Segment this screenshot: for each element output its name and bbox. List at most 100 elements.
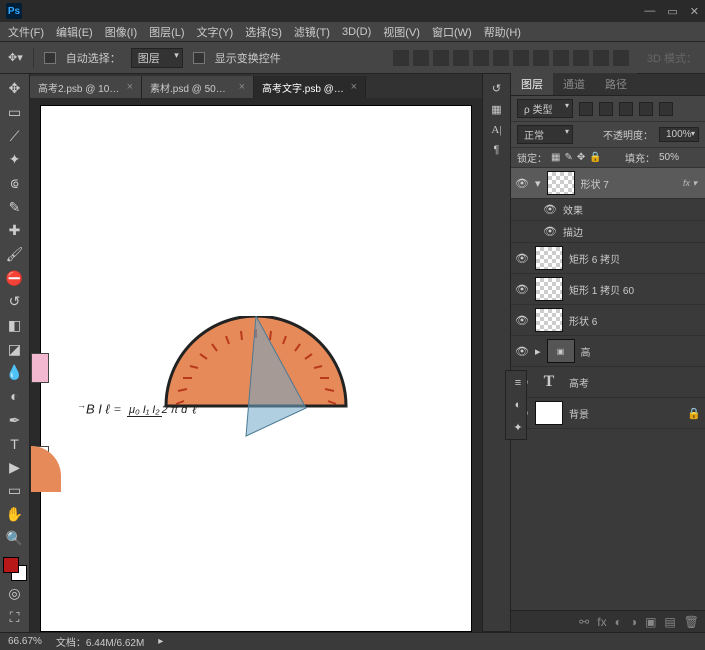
layer-fx-icon[interactable]: fx xyxy=(597,615,606,629)
min-icon[interactable]: — xyxy=(644,5,655,18)
visibility-icon[interactable]: 👁 xyxy=(515,177,529,190)
tab-layers[interactable]: 图层 xyxy=(511,73,553,95)
menu-layer[interactable]: 图层(L) xyxy=(145,22,188,42)
layer-thumb[interactable] xyxy=(535,308,563,332)
layer-thumb[interactable] xyxy=(535,277,563,301)
layer-row[interactable]: 👁 矩形 6 拷贝 xyxy=(511,243,705,274)
shape-tool[interactable]: ▭ xyxy=(4,480,26,502)
filter-adjust-icon[interactable] xyxy=(599,102,613,116)
layer-thumb[interactable] xyxy=(535,401,563,425)
marquee-tool[interactable]: ▭ xyxy=(4,102,26,124)
visibility-icon[interactable]: 👁 xyxy=(515,252,529,265)
doc-info[interactable]: 文档：6.44M/6.62M xyxy=(56,634,144,649)
menu-file[interactable]: 文件(F) xyxy=(4,22,48,42)
layer-list[interactable]: 👁 ▾ 形状 7 fx ▾ 👁 效果 👁 描边 👁 矩形 6 拷贝 👁 xyxy=(511,168,705,610)
hand-tool[interactable]: ✋ xyxy=(4,504,26,526)
document-tab[interactable]: 高考2.psb @ 100% (形…× xyxy=(30,76,142,98)
menubar[interactable]: 文件(F) 编辑(E) 图像(I) 图层(L) 文字(Y) 选择(S) 滤镜(T… xyxy=(0,22,705,42)
zoom-level[interactable]: 66.67% xyxy=(8,636,42,647)
delete-layer-icon[interactable]: 🗑 xyxy=(684,615,699,629)
close-icon[interactable]: ✕ xyxy=(690,5,699,18)
expand-icon[interactable]: ▸ xyxy=(535,345,541,358)
text-layer-icon[interactable]: T xyxy=(535,370,563,394)
history-icon[interactable]: ↺ xyxy=(492,82,501,95)
menu-image[interactable]: 图像(I) xyxy=(101,22,141,42)
layer-effect-row[interactable]: 👁 效果 xyxy=(511,199,705,221)
layer-row[interactable]: 👁 ▸ ▣ 高 xyxy=(511,336,705,367)
visibility-icon[interactable]: 👁 xyxy=(515,345,529,358)
menu-view[interactable]: 视图(V) xyxy=(379,22,424,42)
collapsed-panels[interactable]: ↺ ▦ A| ¶ xyxy=(482,74,510,632)
adjustment-layer-icon[interactable]: ◑ xyxy=(630,615,637,629)
lock-pixel-icon[interactable]: ✎ xyxy=(564,152,572,163)
menu-select[interactable]: 选择(S) xyxy=(241,22,286,42)
wand-tool[interactable]: ✦ xyxy=(4,149,26,171)
menu-filter[interactable]: 滤镜(T) xyxy=(290,22,334,42)
filter-kind-dropdown[interactable]: ρ 类型 xyxy=(517,99,573,118)
max-icon[interactable]: ▭ xyxy=(667,5,677,18)
layer-effect-row[interactable]: 👁 描边 xyxy=(511,221,705,243)
color-swatches[interactable] xyxy=(3,557,27,581)
auto-select-dropdown[interactable]: 图层 xyxy=(131,48,183,68)
layer-thumb[interactable] xyxy=(535,246,563,270)
blend-mode-dropdown[interactable]: 正常 xyxy=(517,125,573,144)
quickmask-tool[interactable]: ◎ xyxy=(4,583,26,605)
char-icon[interactable]: A| xyxy=(491,124,501,136)
statusbar-arrow-icon[interactable]: ▸ xyxy=(158,636,163,647)
document-tab[interactable]: 高考文字.psb @ 66.7% (形状 7, RGB/8#)× xyxy=(254,76,366,98)
visibility-icon[interactable]: 👁 xyxy=(515,314,529,327)
fx-badge[interactable]: fx ▾ xyxy=(683,178,697,189)
tab-channels[interactable]: 通道 xyxy=(553,73,595,95)
brush-tool[interactable]: 🖌 xyxy=(4,244,26,266)
mask-icon[interactable]: ◐ xyxy=(510,397,526,413)
lock-transparent-icon[interactable]: ▦ xyxy=(551,152,560,163)
blur-tool[interactable]: 💧 xyxy=(4,362,26,384)
zoom-tool[interactable]: 🔍 xyxy=(4,527,26,549)
visibility-icon[interactable]: 👁 xyxy=(543,203,557,216)
layer-thumb[interactable] xyxy=(547,171,575,195)
dodge-tool[interactable]: ◐ xyxy=(4,386,26,408)
close-icon[interactable]: × xyxy=(351,81,357,93)
screenmode-tool[interactable]: ⛶ xyxy=(4,606,26,628)
close-icon[interactable]: × xyxy=(127,81,133,93)
paragraph-icon[interactable]: ¶ xyxy=(494,144,500,156)
lock-position-icon[interactable]: ✥ xyxy=(577,152,585,163)
layer-row[interactable]: 👁 背景 🔒 xyxy=(511,398,705,429)
layer-row[interactable]: 👁 T 高考 xyxy=(511,367,705,398)
layer-row[interactable]: 👁 矩形 1 拷贝 60 xyxy=(511,274,705,305)
layer-row[interactable]: 👁 ▾ 形状 7 fx ▾ xyxy=(511,168,705,199)
new-group-icon[interactable]: ▣ xyxy=(645,615,656,629)
eyedropper-tool[interactable]: ✎ xyxy=(4,196,26,218)
align-icon[interactable]: ≡ xyxy=(510,375,526,391)
history-brush-tool[interactable]: ↺ xyxy=(4,291,26,313)
menu-help[interactable]: 帮助(H) xyxy=(480,22,525,42)
align-controls[interactable] xyxy=(393,50,629,66)
show-transform-checkbox[interactable] xyxy=(193,52,205,64)
healing-tool[interactable]: ✚ xyxy=(4,220,26,242)
protractor-shape[interactable] xyxy=(156,316,356,446)
canvas[interactable]: →B I ℓ = μ₀ I₁ I₂2 π d ℓ xyxy=(41,106,471,631)
fx-icon[interactable]: ✦ xyxy=(510,419,526,435)
layer-row[interactable]: 👁 形状 6 xyxy=(511,305,705,336)
menu-type[interactable]: 文字(Y) xyxy=(193,22,238,42)
visibility-icon[interactable]: 👁 xyxy=(543,225,557,238)
close-icon[interactable]: × xyxy=(239,81,245,93)
menu-window[interactable]: 窗口(W) xyxy=(428,22,476,42)
type-tool[interactable]: T xyxy=(4,433,26,455)
document-tab[interactable]: 素材.psd @ 50% (4, RG…× xyxy=(142,76,254,98)
filter-type-icon[interactable] xyxy=(619,102,633,116)
crop-tool[interactable]: ⟃ xyxy=(4,173,26,195)
filter-shape-icon[interactable] xyxy=(639,102,653,116)
lock-all-icon[interactable]: 🔒 xyxy=(589,152,601,163)
menu-edit[interactable]: 编辑(E) xyxy=(52,22,97,42)
link-layers-icon[interactable]: ⚯ xyxy=(579,615,589,629)
lasso-tool[interactable]: ⟋ xyxy=(4,125,26,147)
gradient-tool[interactable]: ◪ xyxy=(4,338,26,360)
pen-tool[interactable]: ✒ xyxy=(4,409,26,431)
stamp-tool[interactable]: ⛔ xyxy=(4,267,26,289)
menu-3d[interactable]: 3D(D) xyxy=(338,24,375,40)
auto-select-checkbox[interactable] xyxy=(44,52,56,64)
eraser-tool[interactable]: ◧ xyxy=(4,315,26,337)
filter-smart-icon[interactable] xyxy=(659,102,673,116)
expand-icon[interactable]: ▾ xyxy=(535,177,541,190)
